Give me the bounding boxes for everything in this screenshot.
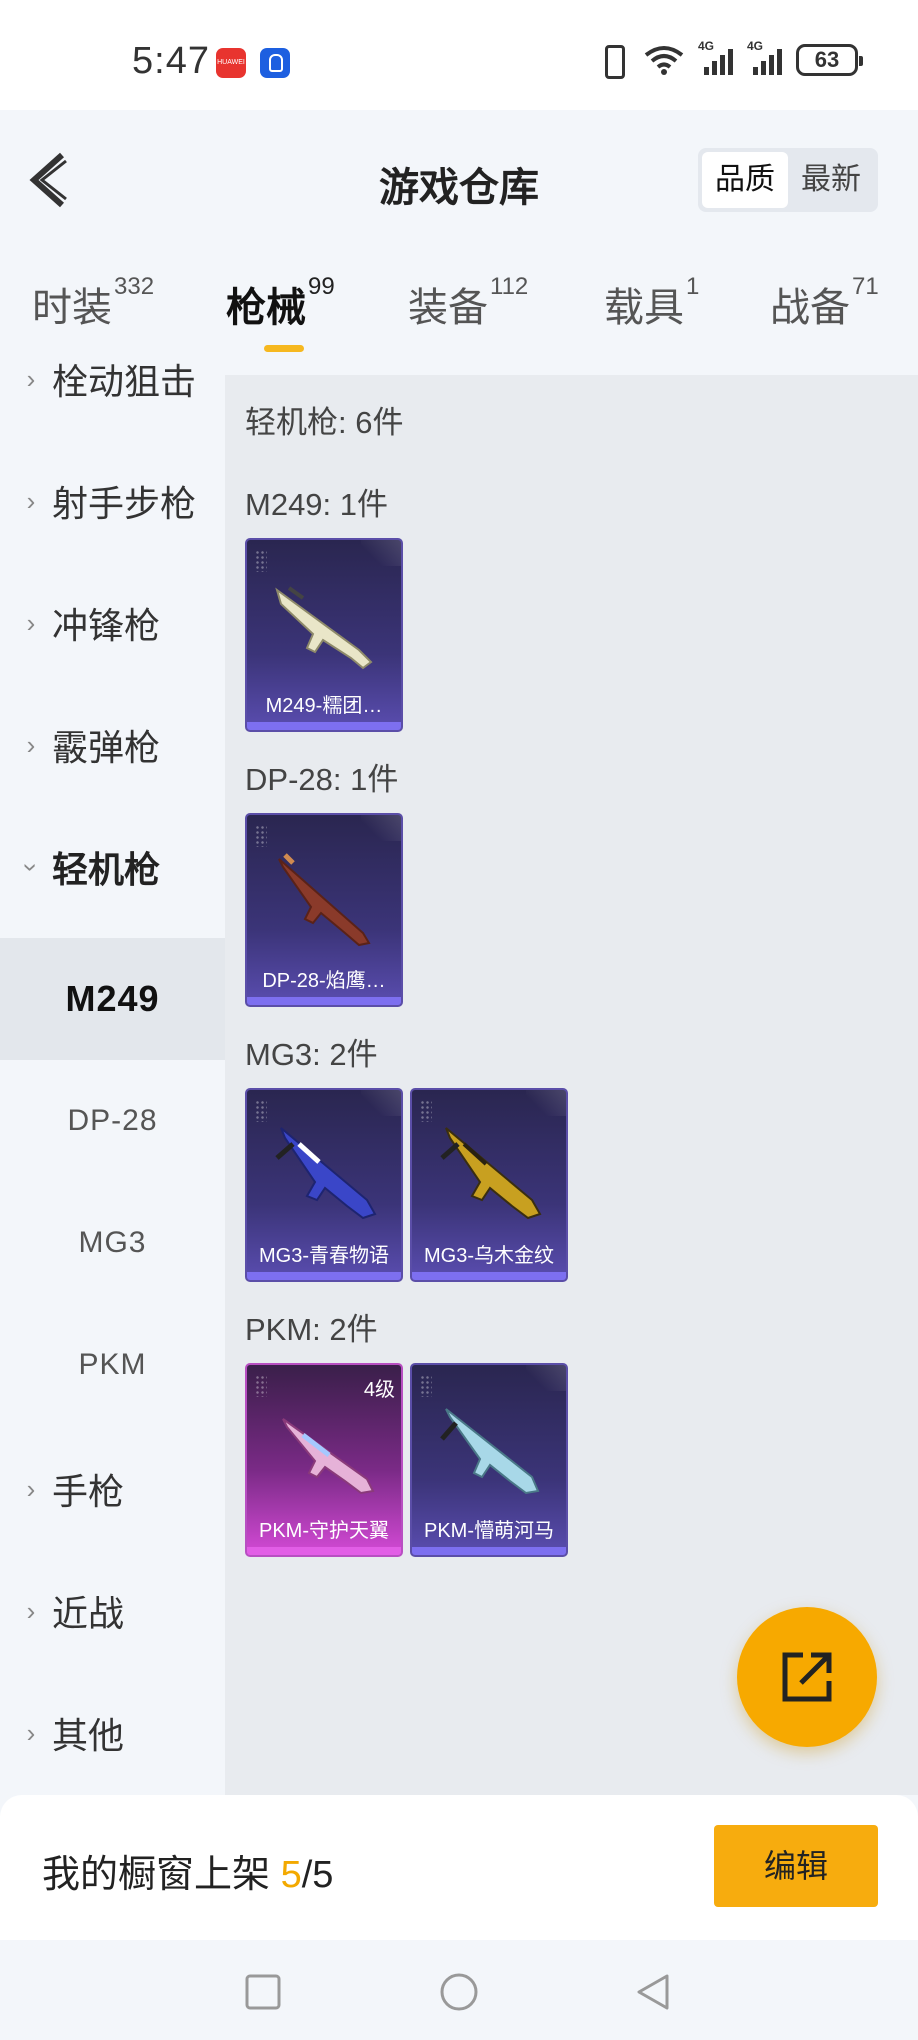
chevron-right-icon: › (26, 485, 36, 516)
sidebar-sub-mg3[interactable]: MG3 (0, 1182, 225, 1304)
sort-quality-button[interactable]: 品质 (702, 152, 788, 208)
sidebar-item-melee[interactable]: › 近战 (0, 1550, 225, 1672)
skin-card[interactable]: DP-28-焰鹰… (245, 813, 403, 1007)
sort-toggle: 品质 最新 (698, 148, 878, 212)
group-label-dp28: DP-28: 1件 (245, 762, 399, 797)
share-button[interactable] (737, 1607, 877, 1747)
vibrate-icon (596, 45, 630, 79)
tab-equipment[interactable]: 装备112 (408, 273, 528, 333)
wifi-icon (644, 45, 684, 75)
skin-card-name: MG3-青春物语 (259, 1245, 389, 1267)
category-tabs: 时装332 枪械99 装备112 载具1 战备71 (0, 273, 918, 350)
chevron-right-icon: › (26, 607, 36, 638)
active-tab-indicator (264, 345, 304, 352)
chevron-right-icon: › (26, 1717, 36, 1748)
edit-button[interactable]: 编辑 (714, 1825, 878, 1907)
group-label-mg3: MG3: 2件 (245, 1037, 378, 1072)
circle-icon (440, 1973, 478, 2011)
sidebar-item-lmg[interactable]: › 轻机枪 (0, 806, 225, 928)
bulb-app-icon (260, 48, 290, 78)
square-icon (245, 1974, 281, 2010)
category-summary: 轻机枪: 6件 (245, 405, 404, 440)
skin-card[interactable]: M249-糯团… (245, 538, 403, 732)
skin-card-name: M249-糯团… (265, 695, 383, 717)
sidebar-item-bolt-sniper[interactable]: › 栓动狙击 (0, 350, 225, 440)
tab-supplies[interactable]: 战备71 (770, 273, 879, 333)
signal-icon-2: 4G (747, 39, 782, 75)
triangle-back-icon (637, 1974, 669, 2010)
skin-card-name: PKM-懵萌河马 (424, 1520, 554, 1542)
signal-icon-1: 4G (698, 39, 733, 75)
skin-card[interactable]: MG3-青春物语 (245, 1088, 403, 1282)
sort-newest-button[interactable]: 最新 (788, 152, 874, 208)
tab-firearms[interactable]: 枪械99 (226, 273, 335, 333)
machine-gun-icon (440, 1408, 540, 1495)
system-back-button[interactable] (633, 1972, 673, 2012)
clock: 5:47 (132, 40, 210, 82)
group-label-m249: M249: 1件 (245, 487, 389, 522)
skin-card[interactable]: 4级 PKM-守护天翼 (245, 1363, 403, 1557)
sidebar-sub-pkm[interactable]: PKM (0, 1304, 225, 1426)
tab-fashion[interactable]: 时装332 (32, 273, 154, 333)
showcase-count: 5 (280, 1854, 302, 1896)
machine-gun-icon (278, 853, 371, 947)
sidebar-sub-m249[interactable]: M249 (0, 938, 225, 1060)
machine-gun-icon (440, 1127, 542, 1220)
home-button[interactable] (439, 1972, 479, 2012)
sidebar-item-dmr[interactable]: › 射手步枪 (0, 440, 225, 562)
skin-card-name: MG3-乌木金纹 (424, 1245, 554, 1267)
sidebar-item-shotgun[interactable]: › 霰弹枪 (0, 684, 225, 806)
machine-gun-icon (282, 1418, 375, 1495)
system-icons: 4G 4G 63 (596, 39, 863, 79)
chevron-right-icon: › (26, 1473, 36, 1504)
sidebar-item-smg[interactable]: › 冲锋枪 (0, 562, 225, 684)
battery-icon: 63 (796, 44, 863, 76)
chevron-right-icon: › (26, 729, 36, 760)
sidebar-sub-dp28[interactable]: DP-28 (0, 1060, 225, 1182)
skin-card[interactable]: MG3-乌木金纹 (410, 1088, 568, 1282)
recent-apps-button[interactable] (243, 1972, 283, 2012)
skin-content-area: 轻机枪: 6件 M249: 1件 M249-糯团… DP-28: 1件 DP-2… (225, 375, 918, 1795)
machine-gun-icon (275, 586, 373, 670)
group-label-pkm: PKM: 2件 (245, 1312, 378, 1347)
showcase-status: 我的橱窗上架 5/5 (42, 1854, 334, 1896)
sidebar-item-pistol[interactable]: › 手枪 (0, 1428, 225, 1550)
status-bar: 5:47 HUAWEI 4G 4G 63 (0, 0, 918, 110)
skin-card[interactable]: PKM-懵萌河马 (410, 1363, 568, 1557)
system-nav-bar (0, 1940, 918, 2040)
huawei-app-icon: HUAWEI (216, 48, 246, 78)
chevron-down-icon: › (16, 862, 47, 872)
skin-card-name: PKM-守护天翼 (259, 1520, 389, 1542)
showcase-bar: 我的橱窗上架 5/5 编辑 (0, 1795, 918, 1940)
weapon-type-sidebar: › 栓动狙击 › 射手步枪 › 冲锋枪 › 霰弹枪 › 轻机枪 M249 DP-28 MG… (0, 350, 225, 1795)
skin-card-name: DP-28-焰鹰… (262, 970, 386, 992)
header: 游戏仓库 品质 最新 时装332 枪械99 装备112 载具1 战备71 (0, 110, 918, 352)
chevron-right-icon: › (26, 363, 36, 394)
machine-gun-icon (275, 1127, 377, 1220)
sidebar-item-other[interactable]: › 其他 (0, 1672, 225, 1794)
chevron-right-icon: › (26, 1595, 36, 1626)
tab-vehicles[interactable]: 载具1 (604, 273, 699, 333)
share-external-icon (782, 1652, 832, 1702)
